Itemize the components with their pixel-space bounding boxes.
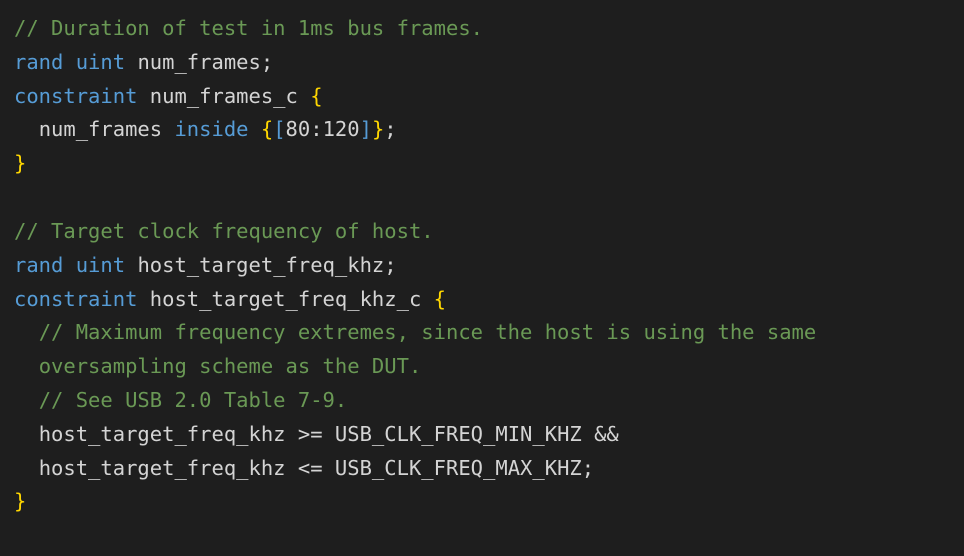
ident-host-freq: host_target_freq_khz xyxy=(39,456,286,480)
open-brace: { xyxy=(434,287,446,311)
ident-num-frames: num_frames xyxy=(39,117,162,141)
type-uint: uint xyxy=(76,50,125,74)
ident-host-freq: host_target_freq_khz xyxy=(137,253,384,277)
keyword-rand: rand xyxy=(14,50,63,74)
close-brace: } xyxy=(14,151,26,175)
ident-num-frames-c: num_frames_c xyxy=(150,84,298,108)
semicolon: ; xyxy=(582,456,594,480)
open-brace: { xyxy=(310,84,322,108)
open-bracket: [ xyxy=(273,117,285,141)
keyword-constraint: constraint xyxy=(14,287,137,311)
semicolon: ; xyxy=(384,253,396,277)
semicolon: ; xyxy=(261,50,273,74)
ident-min-const: USB_CLK_FREQ_MIN_KHZ xyxy=(335,422,582,446)
comment-line: // Target clock frequency of host. xyxy=(14,219,434,243)
ident-num-frames: num_frames xyxy=(137,50,260,74)
keyword-inside: inside xyxy=(174,117,248,141)
close-bracket: ] xyxy=(360,117,372,141)
operator-ge: >= xyxy=(298,422,323,446)
number-literal: 120 xyxy=(323,117,360,141)
ident-max-const: USB_CLK_FREQ_MAX_KHZ xyxy=(335,456,582,480)
operator-le: <= xyxy=(298,456,323,480)
close-brace: } xyxy=(372,117,384,141)
ident-host-freq: host_target_freq_khz xyxy=(39,422,286,446)
keyword-rand: rand xyxy=(14,253,63,277)
keyword-constraint: constraint xyxy=(14,84,137,108)
comment-line: // See USB 2.0 Table 7-9. xyxy=(39,388,348,412)
open-brace: { xyxy=(261,117,273,141)
ident-host-freq-c: host_target_freq_khz_c xyxy=(150,287,422,311)
type-uint: uint xyxy=(76,253,125,277)
close-brace: } xyxy=(14,489,26,513)
semicolon: ; xyxy=(384,117,396,141)
comment-line: // Duration of test in 1ms bus frames. xyxy=(14,16,483,40)
code-editor[interactable]: // Duration of test in 1ms bus frames. r… xyxy=(0,0,964,531)
comment-line: // Maximum frequency extremes, since the… xyxy=(39,320,817,344)
colon: : xyxy=(310,117,322,141)
operator-and: && xyxy=(594,422,619,446)
number-literal: 80 xyxy=(286,117,311,141)
comment-line: oversampling scheme as the DUT. xyxy=(39,354,422,378)
